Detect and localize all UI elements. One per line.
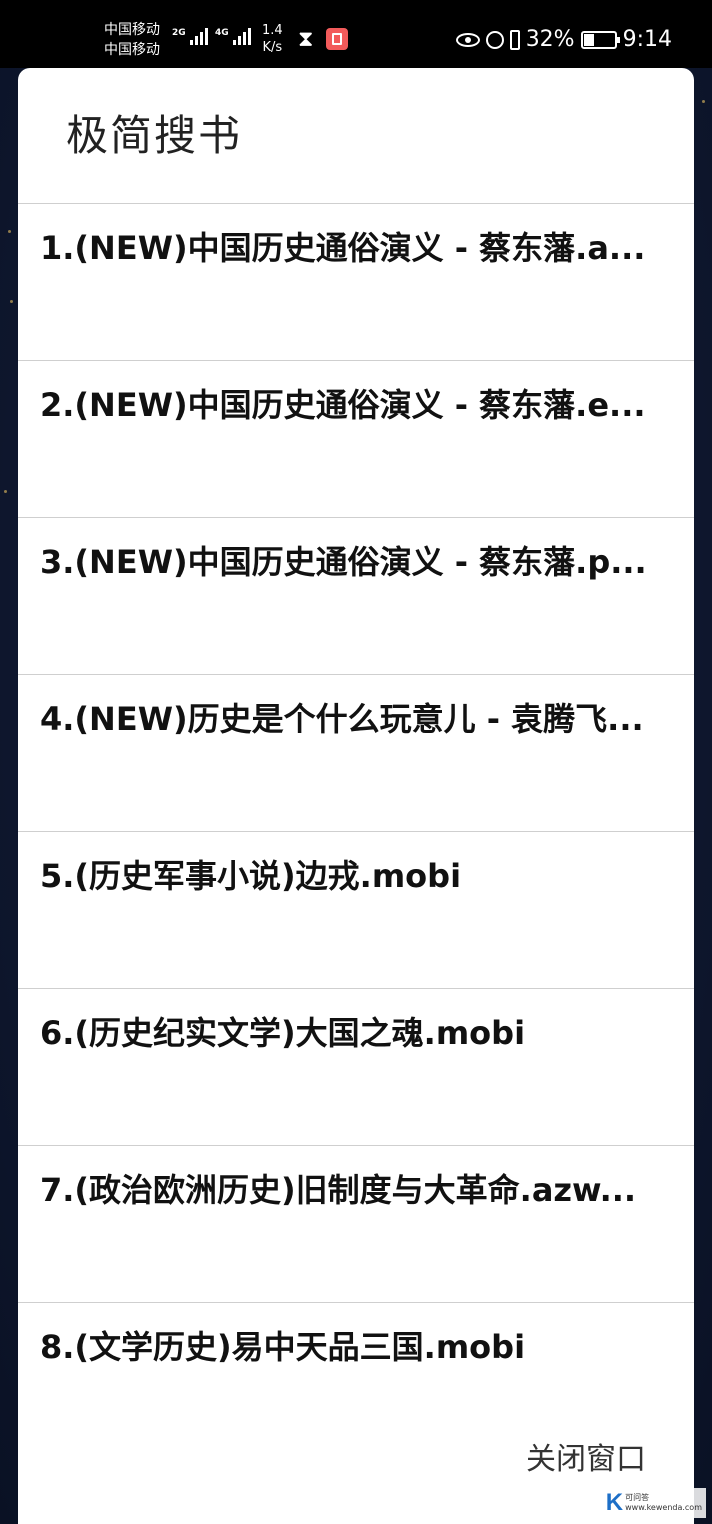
dialog-title: 极简搜书 [66, 111, 243, 160]
list-item-label: 1.(NEW)中国历史通俗演义 - 蔡东藩.a... [40, 229, 646, 267]
watermark-line-1: 可问答 [625, 1493, 650, 1502]
list-item[interactable]: 1.(NEW)中国历史通俗演义 - 蔡东藩.a... [18, 203, 694, 360]
battery-percent: 32% [525, 27, 575, 52]
vibrate-icon [509, 30, 520, 50]
alarm-icon [485, 31, 504, 49]
watermark-logo: K [605, 1489, 624, 1516]
clock: 9:14 [622, 27, 672, 52]
list-item-label: 4.(NEW)历史是个什么玩意儿 - 袁腾飞... [40, 700, 644, 738]
signal-2-tag: 4G [215, 28, 229, 38]
list-item[interactable]: 7.(政治欧洲历史)旧制度与大革命.azw... [18, 1145, 694, 1302]
list-item-label: 8.(文学历史)易中天品三国.mobi [40, 1328, 526, 1366]
battery-icon [580, 31, 620, 49]
status-bar: 中国移动 中国移动 2G 4G 1.4 K/s ⧗ 32% 9:14 [0, 0, 712, 68]
list-item-label: 6.(历史纪实文学)大国之魂.mobi [40, 1014, 526, 1052]
search-results-dialog: 极简搜书 1.(NEW)中国历史通俗演义 - 蔡东藩.a... 2.(NEW)中… [18, 68, 694, 1524]
status-right-group: 32% 9:14 [455, 24, 672, 56]
carrier-names: 中国移动 中国移动 [104, 20, 160, 60]
watermark-line-2: www.kewenda.com [625, 1503, 702, 1512]
hourglass-icon: ⧗ [298, 27, 314, 52]
list-item[interactable]: 6.(历史纪实文学)大国之魂.mobi [18, 988, 694, 1145]
list-item-label: 7.(政治欧洲历史)旧制度与大革命.azw... [40, 1171, 637, 1209]
list-item[interactable]: 2.(NEW)中国历史通俗演义 - 蔡东藩.e... [18, 360, 694, 517]
list-item[interactable]: 5.(历史军事小说)边戎.mobi [18, 831, 694, 988]
reader-app-icon [326, 28, 348, 50]
close-window-button[interactable]: 关闭窗口 [526, 1440, 646, 1480]
network-speed: 1.4 K/s [262, 22, 283, 56]
network-speed-value: 1.4 [262, 23, 283, 38]
star-decoration [10, 300, 13, 303]
carrier-1: 中国移动 [104, 22, 160, 38]
list-item-label: 2.(NEW)中国历史通俗演义 - 蔡东藩.e... [40, 386, 646, 424]
signal-1-tag: 2G [172, 28, 186, 38]
list-item-label: 5.(历史军事小说)边戎.mobi [40, 857, 462, 895]
site-watermark: K 可问答 www.kewenda.com [601, 1488, 706, 1518]
star-decoration [4, 490, 7, 493]
signal-strength-1-icon: 2G [172, 28, 208, 45]
list-item[interactable]: 3.(NEW)中国历史通俗演义 - 蔡东藩.p... [18, 517, 694, 674]
eye-icon [455, 33, 480, 47]
star-decoration [8, 230, 11, 233]
list-item[interactable]: 4.(NEW)历史是个什么玩意儿 - 袁腾飞... [18, 674, 694, 831]
network-speed-unit: K/s [262, 40, 283, 55]
list-item[interactable]: 8.(文学历史)易中天品三国.mobi [18, 1302, 694, 1459]
list-item-label: 3.(NEW)中国历史通俗演义 - 蔡东藩.p... [40, 543, 647, 581]
star-decoration [702, 100, 705, 103]
watermark-text: 可问答 www.kewenda.com [625, 1493, 702, 1513]
signal-strength-2-icon: 4G [215, 28, 251, 45]
book-list: 1.(NEW)中国历史通俗演义 - 蔡东藩.a... 2.(NEW)中国历史通俗… [18, 203, 694, 1459]
carrier-2: 中国移动 [104, 42, 160, 58]
